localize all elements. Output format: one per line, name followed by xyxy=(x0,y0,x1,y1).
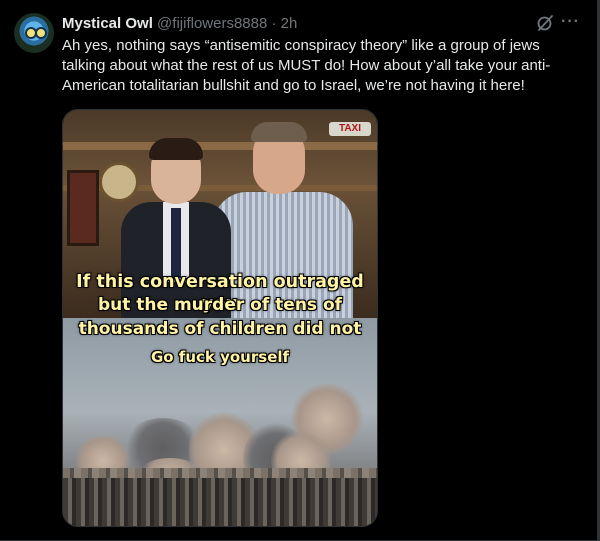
post-header: Mystical Owl @fijiflowers8888 · 2h xyxy=(62,14,570,34)
post-text: Ah yes, nothing says “antisemitic conspi… xyxy=(62,37,551,94)
person-right-hair xyxy=(251,122,307,142)
wall-clock xyxy=(99,162,139,202)
city-rubble xyxy=(63,478,377,526)
owl-avatar[interactable] xyxy=(14,13,54,53)
post-time[interactable]: 2h xyxy=(281,15,298,32)
meme-caption-line: thousands of children did not xyxy=(78,319,362,339)
meme-caption-line: but the murder of tens of xyxy=(97,295,343,315)
meme-caption-line: Go fuck yourself xyxy=(150,348,290,366)
display-name[interactable]: Mystical Owl xyxy=(62,15,153,32)
wall-frame xyxy=(67,170,99,246)
more-icon[interactable]: ··· xyxy=(561,14,581,32)
avatar-eye xyxy=(35,27,47,39)
person-left-hair xyxy=(149,138,203,160)
user-handle[interactable]: @fijiflowers8888 xyxy=(157,15,267,32)
separator-dot: · xyxy=(271,15,277,32)
taxi-sign: TAXI xyxy=(329,122,371,136)
post-image[interactable]: TAXI If this conversation outraged you b… xyxy=(62,109,378,527)
grok-icon[interactable] xyxy=(536,14,554,32)
person-left-tie xyxy=(171,208,181,278)
shelf xyxy=(63,142,377,150)
